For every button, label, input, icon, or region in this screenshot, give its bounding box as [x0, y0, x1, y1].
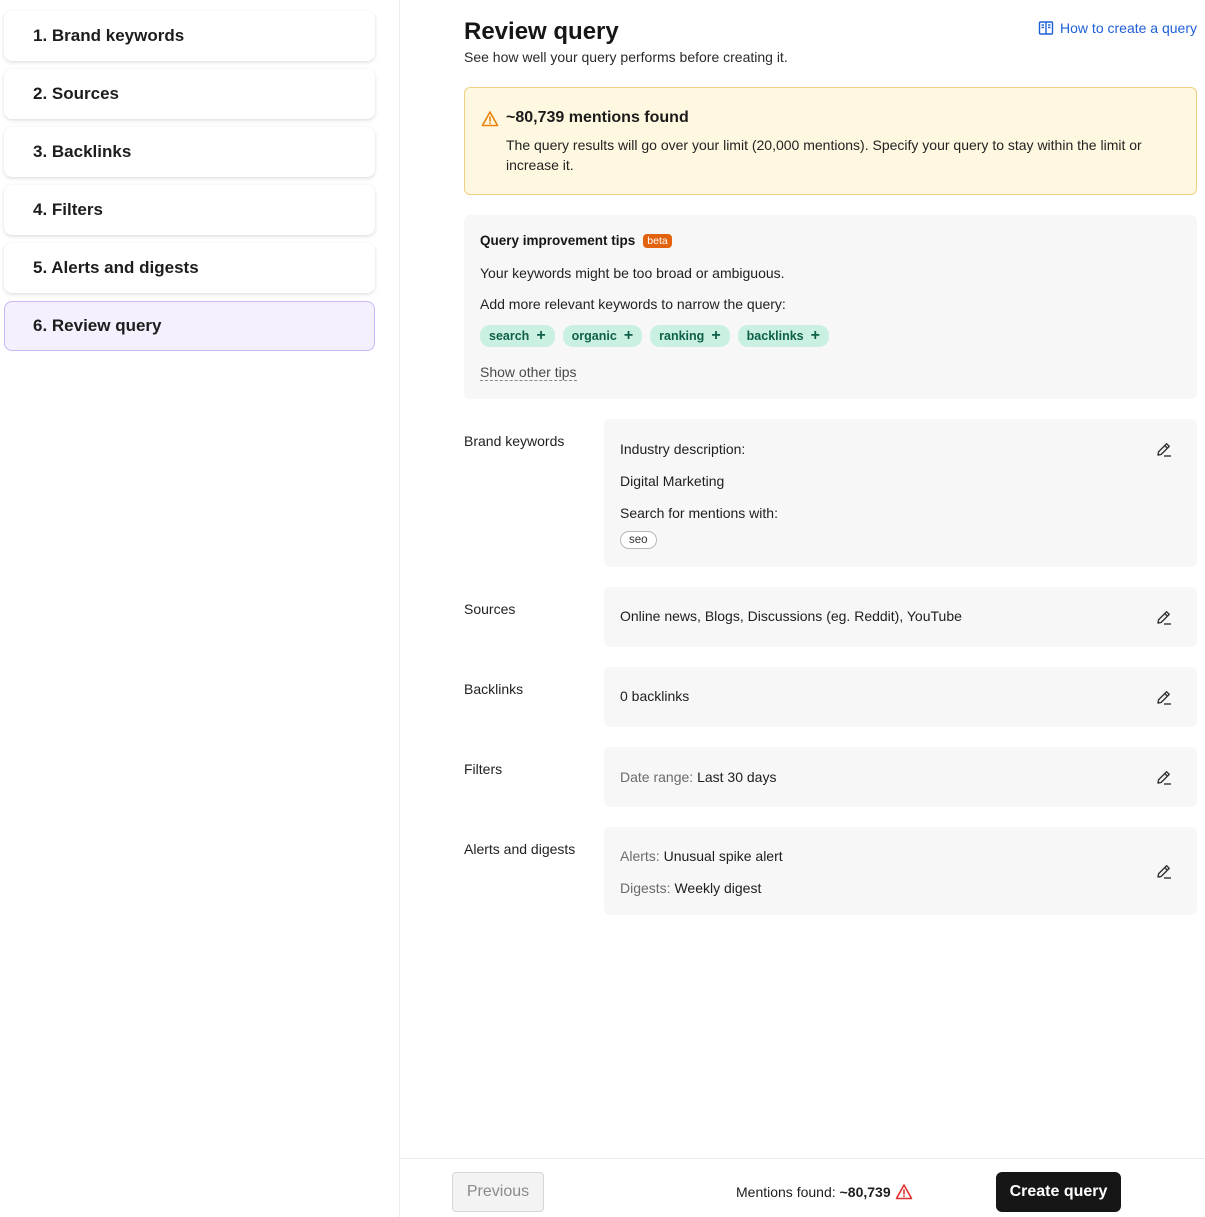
filters-summary: Date range: Last 30 days — [604, 747, 1197, 807]
tips-text: Add more relevant keywords to narrow the… — [480, 296, 786, 312]
how-to-create-query-link[interactable]: How to create a query — [1038, 20, 1197, 36]
warning-triangle-icon — [895, 1184, 912, 1200]
keyword-tag: seo — [620, 531, 657, 549]
tips-heading: Query improvement tips beta — [480, 233, 672, 248]
row-label-filters: Filters — [464, 761, 503, 777]
pencil-icon[interactable] — [1155, 768, 1173, 786]
page-title: Review query — [464, 18, 619, 45]
digests-label: Digests: — [620, 880, 671, 896]
alerts-digests-summary: Alerts: Unusual spike alert Digests: Wee… — [604, 827, 1197, 915]
backlinks-summary: 0 backlinks — [604, 667, 1197, 727]
industry-value: Digital Marketing — [620, 473, 725, 489]
keyword-chip-backlinks[interactable]: backlinks + — [737, 325, 829, 347]
suggested-keywords: search + organic + ranking + backlinks + — [480, 325, 829, 347]
warning-title: ~80,739 mentions found — [506, 109, 689, 126]
step-label: 2. Sources — [33, 84, 119, 103]
limit-warning-banner: ~80,739 mentions found The query results… — [464, 87, 1197, 195]
keyword-chip-organic[interactable]: organic + — [562, 325, 643, 347]
help-link-label: How to create a query — [1060, 20, 1197, 36]
step-review-query[interactable]: 6. Review query — [4, 301, 375, 351]
chip-label: organic — [571, 329, 617, 343]
date-range-value: Last 30 days — [697, 769, 777, 785]
step-label: 4. Filters — [33, 200, 103, 219]
pencil-icon[interactable] — [1155, 862, 1173, 880]
warning-text: The query results will go over your limi… — [506, 137, 1142, 173]
chip-label: search — [489, 329, 530, 343]
row-label-alerts-and-digests: Alerts and digests — [464, 841, 576, 857]
step-label: 1. Brand keywords — [33, 26, 185, 45]
backlinks-value: 0 backlinks — [620, 688, 690, 704]
date-range-label: Date range: — [620, 769, 694, 785]
step-brand-keywords[interactable]: 1. Brand keywords — [4, 11, 375, 61]
mentions-found-status: Mentions found: ~80,739 — [736, 1183, 913, 1201]
mentions-with-label: Search for mentions with: — [620, 505, 778, 521]
step-label: 5. Alerts and digests — [33, 258, 199, 277]
chip-label: ranking — [659, 329, 705, 343]
page-subtitle: See how well your query performs before … — [464, 49, 788, 65]
plus-icon: + — [810, 327, 820, 344]
row-label-backlinks: Backlinks — [464, 681, 524, 697]
steps-sidebar: 1. Brand keywords 2. Sources 3. Backlink… — [0, 0, 400, 1217]
keyword-chip-ranking[interactable]: ranking + — [650, 325, 730, 347]
alerts-line: Alerts: Unusual spike alert — [620, 848, 783, 864]
query-improvement-tips: Query improvement tips beta Your keyword… — [464, 215, 1197, 399]
previous-button[interactable]: Previous — [452, 1172, 544, 1212]
step-label: 3. Backlinks — [33, 142, 132, 161]
warning-triangle-icon — [481, 111, 499, 127]
alerts-value: Unusual spike alert — [663, 848, 783, 864]
pencil-icon[interactable] — [1155, 440, 1173, 458]
brand-keywords-summary: Industry description: Digital Marketing … — [604, 419, 1197, 567]
step-filters[interactable]: 4. Filters — [4, 185, 375, 235]
create-query-button[interactable]: Create query — [996, 1172, 1121, 1212]
sources-value: Online news, Blogs, Discussions (eg. Red… — [620, 608, 962, 624]
tips-text: Your keywords might be too broad or ambi… — [480, 265, 785, 281]
date-range: Date range: Last 30 days — [620, 769, 776, 785]
step-label: 6. Review query — [33, 316, 162, 335]
industry-label: Industry description: — [620, 441, 746, 457]
plus-icon: + — [623, 327, 634, 344]
sources-summary: Online news, Blogs, Discussions (eg. Red… — [604, 587, 1197, 647]
keyword-chip-search[interactable]: search + — [480, 325, 555, 347]
row-label-sources: Sources — [464, 601, 516, 617]
mentions-found-label: Mentions found: — [736, 1184, 836, 1200]
pencil-icon[interactable] — [1155, 608, 1173, 626]
mentions-found-value: ~80,739 — [839, 1184, 891, 1200]
step-sources[interactable]: 2. Sources — [4, 69, 375, 119]
digests-line: Digests: Weekly digest — [620, 880, 761, 896]
show-other-tips-link[interactable]: Show other tips — [480, 364, 577, 381]
beta-badge: beta — [643, 233, 672, 248]
chip-label: backlinks — [746, 329, 804, 343]
wizard-footer: Previous Mentions found: ~80,739 Create … — [400, 1158, 1205, 1217]
pencil-icon[interactable] — [1155, 688, 1173, 706]
digests-value: Weekly digest — [674, 880, 762, 896]
tips-title: Query improvement tips — [480, 233, 636, 248]
row-label-brand-keywords: Brand keywords — [464, 433, 565, 449]
book-icon — [1038, 21, 1054, 35]
plus-icon: + — [536, 327, 546, 344]
step-backlinks[interactable]: 3. Backlinks — [4, 127, 375, 177]
alerts-label: Alerts: — [620, 848, 660, 864]
plus-icon: + — [711, 327, 721, 344]
step-alerts-and-digests[interactable]: 5. Alerts and digests — [4, 243, 375, 293]
